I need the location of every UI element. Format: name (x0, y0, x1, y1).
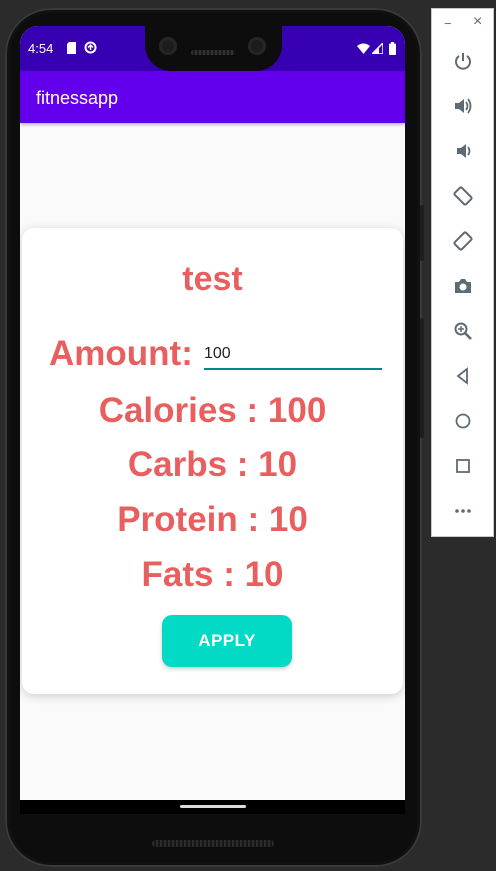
camera-icon[interactable] (451, 274, 475, 298)
home-gesture-pill[interactable] (180, 805, 246, 808)
amount-input[interactable] (204, 340, 382, 370)
sd-card-icon (67, 42, 76, 54)
status-time: 4:54 (28, 41, 54, 56)
calories-text: Calories : 100 (98, 391, 327, 430)
more-icon[interactable] (451, 499, 475, 523)
device-screen: 4:54 fitnessapp test Amount: 100 Calorie… (20, 26, 405, 800)
earpiece-speaker (191, 50, 235, 55)
emulator-toolbar: − × (431, 8, 494, 537)
phone-notch (145, 26, 282, 71)
zoom-icon[interactable] (451, 319, 475, 343)
data-saver-icon (84, 41, 97, 54)
food-details-card: test Amount: Calories : 100 Carbs : 10 P… (22, 228, 403, 694)
volume-up-icon[interactable] (451, 94, 475, 118)
front-camera-left (159, 37, 177, 55)
volume-down-icon[interactable] (451, 139, 475, 163)
fats-text: Fats : 10 (141, 555, 284, 594)
app-bar: fitnessapp (20, 71, 405, 123)
amount-label: Amount: (49, 334, 193, 373)
close-button[interactable]: × (473, 14, 482, 30)
apply-button[interactable]: APPLY (162, 615, 292, 667)
minimize-button[interactable]: − (444, 17, 452, 31)
food-name-title: test (182, 260, 243, 298)
back-icon[interactable] (451, 364, 475, 388)
battery-icon (389, 42, 396, 55)
rotate-right-icon[interactable] (451, 229, 475, 253)
volume-side-button (420, 318, 424, 438)
bottom-speaker (152, 840, 274, 847)
signal-icon (372, 43, 383, 54)
front-camera-right (248, 37, 266, 55)
wifi-icon (357, 43, 370, 54)
power-side-button (420, 205, 424, 261)
protein-text: Protein : 10 (117, 500, 308, 539)
power-icon[interactable] (451, 49, 475, 73)
rotate-left-icon[interactable] (451, 184, 475, 208)
overview-icon[interactable] (451, 454, 475, 478)
carbs-text: Carbs : 10 (127, 445, 298, 484)
emulator-window: 4:54 fitnessapp test Amount: 100 Calorie… (0, 0, 496, 871)
navigation-bar (20, 800, 405, 814)
home-icon[interactable] (451, 409, 475, 433)
app-title: fitnessapp (36, 88, 119, 108)
